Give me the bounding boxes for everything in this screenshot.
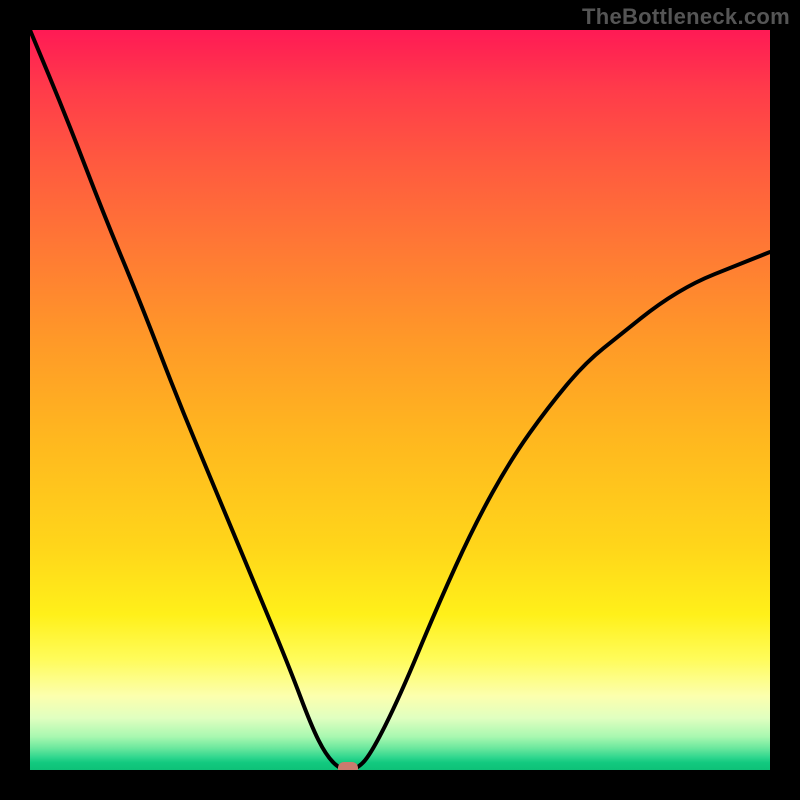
bottleneck-curve	[30, 30, 770, 770]
plot-area	[30, 30, 770, 770]
watermark-text: TheBottleneck.com	[582, 4, 790, 30]
chart-frame: TheBottleneck.com	[0, 0, 800, 800]
optimal-point-marker	[338, 762, 358, 770]
